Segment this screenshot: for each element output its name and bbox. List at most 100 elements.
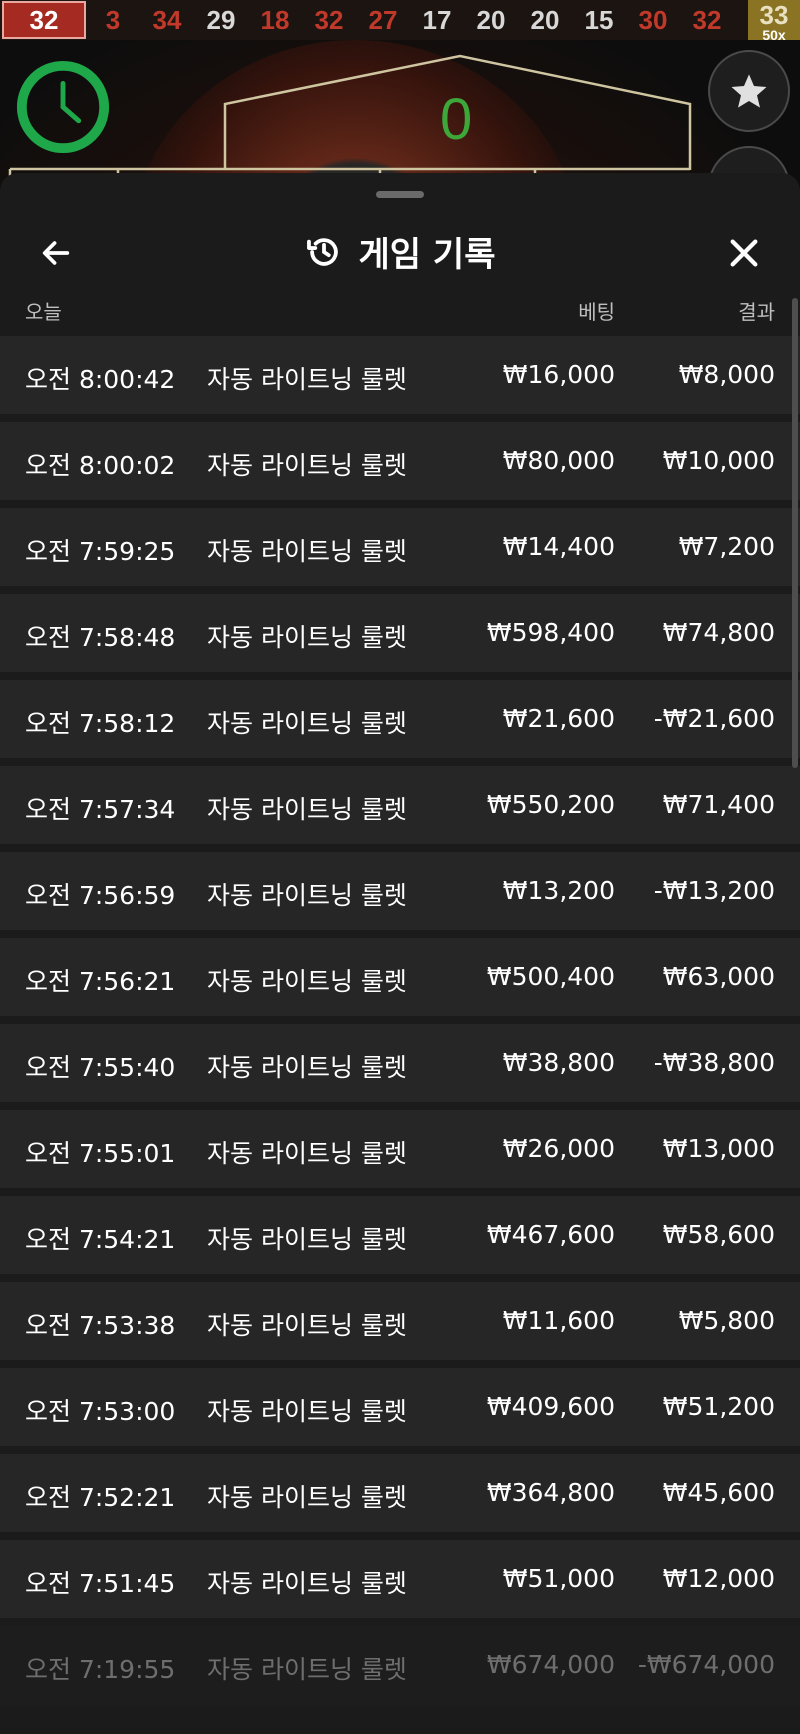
result-amount: ₩8,000: [678, 360, 775, 389]
game-name: 자동 라이트닝 룰렛: [207, 1397, 407, 1426]
history-row[interactable]: 오전 7:56:59 자동 라이트닝 룰렛 ₩13,200 -₩13,200: [0, 852, 800, 930]
result-amount: ₩12,000: [662, 1564, 775, 1593]
result-amount: ₩45,600: [662, 1478, 775, 1507]
bet-amount: ₩467,600: [486, 1220, 615, 1249]
result-number: 15: [584, 4, 614, 35]
history-row[interactable]: 오전 7:55:01 자동 라이트닝 룰렛 ₩26,000 ₩13,000: [0, 1110, 800, 1188]
result-number: 20: [530, 4, 560, 35]
history-row[interactable]: 오전 7:55:40 자동 라이트닝 룰렛 ₩38,800 -₩38,800: [0, 1024, 800, 1102]
title-group: 게임 기록: [0, 227, 800, 276]
results-list: 3 34 29 18 32 27 17 20 20 15 30 32: [86, 5, 734, 36]
bet-amount: ₩16,000: [502, 360, 615, 389]
game-name: 자동 라이트닝 룰렛: [207, 1311, 407, 1340]
history-row[interactable]: 오전 7:57:34 자동 라이트닝 룰렛 ₩550,200 ₩71,400: [0, 766, 800, 844]
game-name: 자동 라이트닝 룰렛: [207, 1569, 407, 1598]
round-time: 오전 7:55:01: [25, 1139, 176, 1168]
result-amount: ₩74,800: [662, 618, 775, 647]
bet-amount: ₩80,000: [502, 446, 615, 475]
result-number: 34: [152, 4, 182, 35]
latest-result: 32: [2, 1, 86, 39]
game-name: 자동 라이트닝 룰렛: [207, 451, 407, 480]
bet-amount: ₩500,400: [486, 962, 615, 991]
bet-column-header: 베팅: [578, 300, 615, 324]
bet-amount: ₩11,600: [502, 1306, 615, 1335]
bet-amount: ₩51,000: [502, 1564, 615, 1593]
round-time: 오전 7:52:21: [25, 1483, 176, 1512]
game-name: 자동 라이트닝 룰렛: [207, 709, 407, 738]
favorite-button[interactable]: [708, 50, 790, 132]
bet-amount: ₩409,600: [486, 1392, 615, 1421]
result-number: 18: [260, 4, 290, 35]
result-number: 17: [422, 4, 452, 35]
round-time: 오전 7:59:25: [25, 537, 176, 566]
result-amount: ₩13,000: [662, 1134, 775, 1163]
history-row[interactable]: 오전 7:58:12 자동 라이트닝 룰렛 ₩21,600 -₩21,600: [0, 680, 800, 758]
history-row[interactable]: 오전 7:56:21 자동 라이트닝 룰렛 ₩500,400 ₩63,000: [0, 938, 800, 1016]
result-amount: ₩58,600: [662, 1220, 775, 1249]
history-row[interactable]: 오전 8:00:42 자동 라이트닝 룰렛 ₩16,000 ₩8,000: [0, 336, 800, 414]
lightning-result: 33 50x: [748, 0, 800, 42]
bet-amount: ₩21,600: [502, 704, 615, 733]
round-time: 오전 7:57:34: [25, 795, 176, 824]
result-amount: ₩5,800: [678, 1306, 775, 1335]
bet-amount: ₩550,200: [486, 790, 615, 819]
game-name: 자동 라이트닝 룰렛: [207, 365, 407, 394]
round-time: 오전 8:00:42: [25, 365, 176, 394]
result-amount: ₩63,000: [662, 962, 775, 991]
history-list: 오전 8:00:42 자동 라이트닝 룰렛 ₩16,000 ₩8,000 오전 8:00…: [0, 336, 800, 1714]
history-icon: [306, 237, 338, 266]
history-row[interactable]: 오전 7:51:45 자동 라이트닝 룰렛 ₩51,000 ₩12,000: [0, 1540, 800, 1618]
round-time: 오전 7:19:55: [25, 1655, 176, 1684]
round-time: 오전 7:56:21: [25, 967, 176, 996]
history-row[interactable]: 오전 7:58:48 자동 라이트닝 룰렛 ₩598,400 ₩74,800: [0, 594, 800, 672]
result-amount: ₩51,200: [662, 1392, 775, 1421]
game-name: 자동 라이트닝 룰렛: [207, 623, 407, 652]
round-time: 오전 7:51:45: [25, 1569, 176, 1598]
round-time: 오전 7:55:40: [25, 1053, 176, 1082]
history-row[interactable]: 오전 7:53:38 자동 라이트닝 룰렛 ₩11,600 ₩5,800: [0, 1282, 800, 1360]
scrollbar[interactable]: [792, 298, 798, 768]
result-amount: -₩21,600: [653, 704, 775, 733]
history-row[interactable]: 오전 7:53:00 자동 라이트닝 룰렛 ₩409,600 ₩51,200: [0, 1368, 800, 1446]
game-name: 자동 라이트닝 룰렛: [207, 1225, 407, 1254]
round-time: 오전 8:00:02: [25, 451, 176, 480]
result-amount: ₩10,000: [662, 446, 775, 475]
game-name: 자동 라이트닝 룰렛: [207, 967, 407, 996]
result-number: 20: [476, 4, 506, 35]
game-name: 자동 라이트닝 룰렛: [207, 795, 407, 824]
recent-results-strip: 32 3 34 29 18 32 27 17 20 20 15 30 32 33 50x: [0, 0, 800, 42]
bet-amount: ₩14,400: [502, 532, 615, 561]
game-name: 자동 라이트닝 룰렛: [207, 1139, 407, 1168]
game-name: 자동 라이트닝 룰렛: [207, 881, 407, 910]
result-number: 3: [105, 4, 121, 35]
result-amount: ₩71,400: [662, 790, 775, 819]
round-timer-icon: [16, 60, 110, 154]
round-time: 오전 7:53:38: [25, 1311, 176, 1340]
round-time: 오전 7:56:59: [25, 881, 176, 910]
close-button[interactable]: [724, 233, 764, 273]
game-name: 자동 라이트닝 룰렛: [207, 1655, 407, 1684]
round-time: 오전 7:53:00: [25, 1397, 176, 1426]
game-name: 자동 라이트닝 룰렛: [207, 537, 407, 566]
result-amount: -₩13,200: [653, 876, 775, 905]
column-headers: 오늘 베팅 결과: [0, 288, 800, 328]
result-number: 29: [206, 4, 236, 35]
zero-pocket-label: 0: [440, 87, 473, 152]
betting-table-outline: [8, 54, 692, 180]
bet-amount: ₩13,200: [502, 876, 615, 905]
page-title: 게임 기록: [358, 235, 496, 275]
history-row[interactable]: 오전 8:00:02 자동 라이트닝 룰렛 ₩80,000 ₩10,000: [0, 422, 800, 500]
close-icon: [730, 239, 758, 267]
bet-amount: ₩674,000: [486, 1650, 615, 1679]
result-column-header: 결과: [738, 300, 775, 324]
round-time: 오전 7:54:21: [25, 1225, 176, 1254]
result-number: 27: [368, 4, 398, 35]
history-row[interactable]: 오전 7:54:21 자동 라이트닝 룰렛 ₩467,600 ₩58,600: [0, 1196, 800, 1274]
drag-handle[interactable]: [376, 191, 424, 198]
game-history-sheet: 게임 기록 오늘 베팅 결과 오전 8:00:42 자동 라이트닝 룰렛 ₩16,0…: [0, 173, 800, 1734]
history-row[interactable]: 오전 7:19:55 자동 라이트닝 룰렛 ₩674,000 -₩674,000: [0, 1626, 800, 1706]
bet-amount: ₩598,400: [486, 618, 615, 647]
history-row[interactable]: 오전 7:52:21 자동 라이트닝 룰렛 ₩364,800 ₩45,600: [0, 1454, 800, 1532]
result-number: 32: [314, 4, 344, 35]
history-row[interactable]: 오전 7:59:25 자동 라이트닝 룰렛 ₩14,400 ₩7,200: [0, 508, 800, 586]
